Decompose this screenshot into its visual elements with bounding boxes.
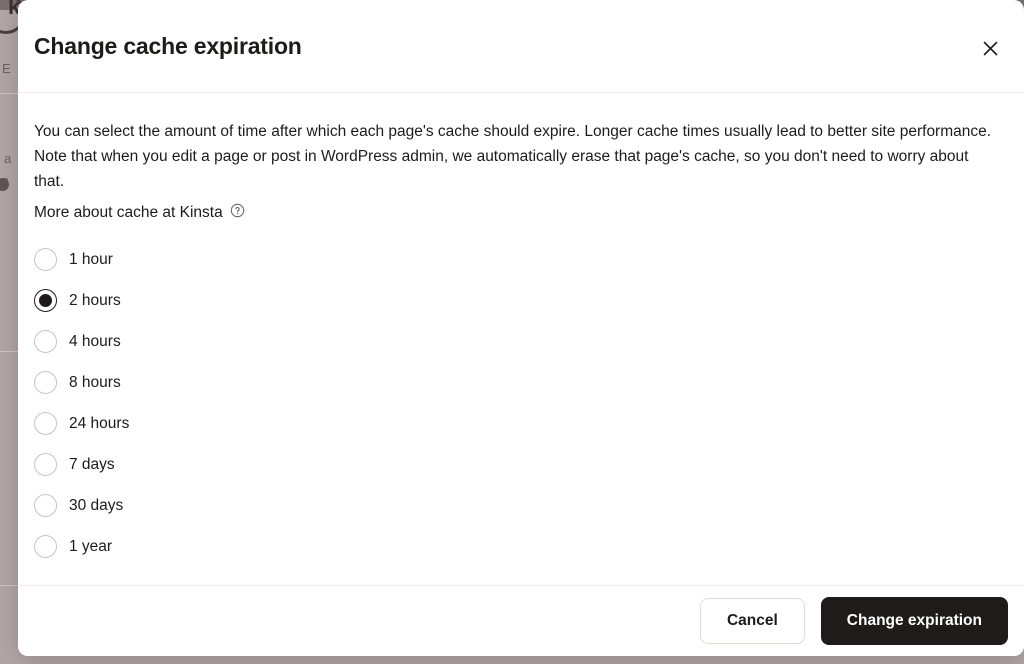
radio-indicator[interactable] xyxy=(34,248,57,271)
radio-option-label: 24 hours xyxy=(69,414,130,432)
radio-option-label: 2 hours xyxy=(69,291,121,309)
radio-option-label: 1 year xyxy=(69,537,113,555)
dialog-footer: Cancel Change expiration xyxy=(18,585,1024,656)
radio-option-1-year[interactable]: 1 year xyxy=(34,526,1008,567)
help-circle-icon[interactable] xyxy=(230,203,245,223)
change-cache-expiration-dialog: Change cache expiration You can select t… xyxy=(18,0,1024,656)
radio-option-label: 8 hours xyxy=(69,373,121,391)
radio-indicator[interactable] xyxy=(34,371,57,394)
radio-option-label: 7 days xyxy=(69,455,115,473)
radio-option-label: 1 hour xyxy=(69,250,113,268)
radio-option-24-hours[interactable]: 24 hours xyxy=(34,403,1008,444)
radio-option-2-hours[interactable]: 2 hours xyxy=(34,280,1008,321)
radio-indicator[interactable] xyxy=(34,412,57,435)
radio-option-label: 30 days xyxy=(69,496,124,514)
dialog-title: Change cache expiration xyxy=(34,33,302,59)
radio-option-4-hours[interactable]: 4 hours xyxy=(34,321,1008,362)
radio-indicator[interactable] xyxy=(34,453,57,476)
close-icon xyxy=(983,41,998,56)
radio-indicator[interactable] xyxy=(34,330,57,353)
radio-option-8-hours[interactable]: 8 hours xyxy=(34,362,1008,403)
dialog-body: You can select the amount of time after … xyxy=(18,93,1024,567)
radio-indicator[interactable] xyxy=(34,535,57,558)
dialog-description: You can select the amount of time after … xyxy=(34,123,992,190)
radio-option-1-hour[interactable]: 1 hour xyxy=(34,239,1008,280)
cancel-button[interactable]: Cancel xyxy=(699,598,805,644)
dialog-header: Change cache expiration xyxy=(18,0,1024,93)
radio-option-30-days[interactable]: 30 days xyxy=(34,485,1008,526)
change-expiration-button[interactable]: Change expiration xyxy=(820,597,1008,645)
close-icon-button[interactable] xyxy=(972,30,1008,66)
more-about-cache-link-row[interactable]: More about cache at Kinsta xyxy=(34,203,1008,223)
radio-option-label: 4 hours xyxy=(69,332,121,350)
radio-indicator[interactable] xyxy=(34,494,57,517)
more-about-cache-link[interactable]: More about cache at Kinsta xyxy=(34,204,223,222)
background-status-dot xyxy=(0,178,9,191)
cache-expiration-radio-group[interactable]: 1 hour 2 hours 4 hours 8 hours 24 hours xyxy=(34,239,1008,567)
radio-indicator[interactable] xyxy=(34,289,57,312)
radio-option-7-days[interactable]: 7 days xyxy=(34,444,1008,485)
